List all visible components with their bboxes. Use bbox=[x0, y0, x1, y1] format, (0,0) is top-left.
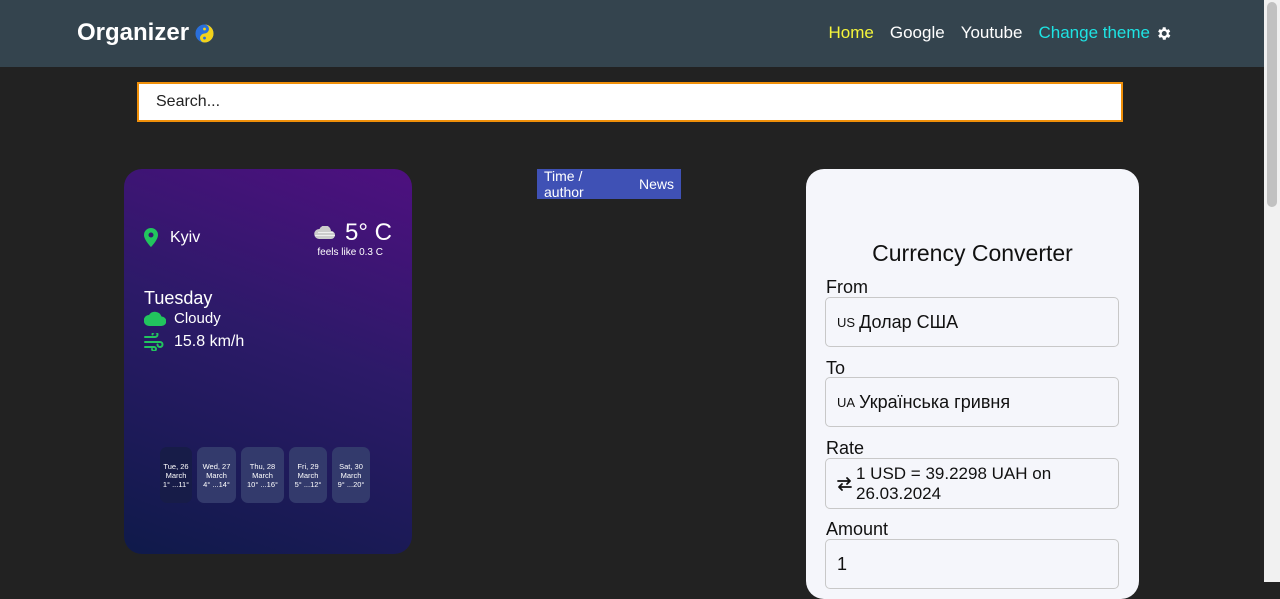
forecast-row: Tue, 26 March 1° ...11° Wed, 27 March 4°… bbox=[160, 447, 370, 503]
brand-title: Organizer bbox=[77, 19, 190, 46]
currency-converter: Currency Converter From US Долар США To … bbox=[806, 169, 1139, 599]
currency-title: Currency Converter bbox=[872, 240, 1073, 266]
nav-home-link[interactable]: Home bbox=[829, 23, 874, 43]
navbar: Organizer Home Google Youtube Change the… bbox=[0, 0, 1264, 67]
feels-like-text: feels like 0.3 C bbox=[317, 247, 383, 258]
nav-links: Home Google Youtube Change theme bbox=[829, 23, 1173, 43]
weather-day: Tuesday bbox=[144, 288, 213, 308]
amount-value: 1 bbox=[837, 553, 848, 574]
weather-widget: Kyiv 5° C feels like 0.3 C Tuesday Cloud… bbox=[124, 169, 412, 554]
amount-label: Amount bbox=[826, 519, 889, 539]
rate-line-1: 1 USD = 39.2298 UAH on bbox=[856, 463, 1052, 483]
gear-icon bbox=[1158, 26, 1171, 40]
forecast-month: March bbox=[252, 470, 273, 480]
weather-location: Kyiv bbox=[144, 228, 200, 247]
rate-text: 1 USD = 39.2298 UAH on 26.03.2024 bbox=[856, 464, 1051, 504]
forecast-range: 4° ...14° bbox=[203, 479, 230, 489]
forecast-range: 1° ...11° bbox=[162, 479, 190, 489]
temperature-value: 5° C bbox=[345, 219, 392, 246]
from-currency-code: US bbox=[837, 314, 856, 330]
wind-info: 15.8 km/h bbox=[144, 333, 244, 351]
to-currency-select[interactable]: UA Українська гривня bbox=[825, 377, 1119, 427]
to-currency-code: UA bbox=[837, 394, 856, 410]
from-currency-value: Долар США bbox=[859, 311, 959, 332]
tab-news[interactable]: News bbox=[632, 176, 681, 192]
forecast-day: Fri, 29 bbox=[297, 461, 319, 471]
wind-speed: 15.8 km/h bbox=[174, 333, 245, 350]
swap-icon bbox=[837, 476, 852, 491]
rate-box[interactable]: 1 USD = 39.2298 UAH on 26.03.2024 bbox=[825, 458, 1119, 509]
scrollbar-thumb[interactable] bbox=[1267, 2, 1277, 207]
search-input[interactable] bbox=[154, 92, 1121, 112]
forecast-card[interactable]: Thu, 28 March 10° ...16° bbox=[241, 447, 284, 503]
forecast-range: 10° ...16° bbox=[246, 479, 279, 489]
forecast-card[interactable]: Fri, 29 March 5° ...12° bbox=[289, 447, 327, 503]
forecast-month: March bbox=[206, 470, 227, 480]
rate-line-2: 26.03.2024 bbox=[856, 483, 942, 503]
tabs-bar: Time / author News bbox=[537, 168, 681, 200]
tab-time-author[interactable]: Time / author bbox=[537, 168, 632, 200]
forecast-card[interactable]: Wed, 27 March 4° ...14° bbox=[197, 447, 236, 503]
location-pin-icon bbox=[144, 228, 158, 247]
wind-icon bbox=[144, 333, 164, 351]
search-box bbox=[137, 82, 1123, 122]
forecast-card[interactable]: Tue, 26 March 1° ...11° bbox=[160, 447, 192, 503]
scrollbar[interactable] bbox=[1264, 0, 1280, 582]
to-label: To bbox=[826, 358, 846, 378]
weather-condition: Cloudy bbox=[144, 310, 221, 327]
change-theme-label: Change theme bbox=[1038, 23, 1150, 42]
brand[interactable]: Organizer bbox=[77, 19, 214, 47]
forecast-day: Thu, 28 bbox=[249, 461, 276, 471]
city-name: Kyiv bbox=[170, 228, 201, 246]
condition-text: Cloudy bbox=[174, 310, 221, 327]
from-currency-select[interactable]: US Долар США bbox=[825, 297, 1119, 347]
change-theme-button[interactable]: Change theme bbox=[1038, 23, 1172, 43]
forecast-card[interactable]: Sat, 30 March 9° ...20° bbox=[332, 447, 370, 503]
cloud-weather-icon bbox=[314, 226, 336, 239]
to-currency-value: Українська гривня bbox=[859, 391, 1011, 412]
forecast-day: Wed, 27 bbox=[202, 461, 231, 471]
yin-yang-logo-icon bbox=[195, 23, 214, 43]
forecast-range: 9° ...20° bbox=[337, 479, 365, 489]
forecast-day: Tue, 26 bbox=[163, 461, 189, 471]
nav-google-link[interactable]: Google bbox=[890, 23, 945, 43]
rate-label: Rate bbox=[826, 438, 865, 458]
temperature-display: 5° C bbox=[313, 219, 392, 247]
cloud-icon bbox=[144, 311, 166, 326]
forecast-month: March bbox=[297, 470, 319, 480]
forecast-month: March bbox=[165, 470, 187, 480]
forecast-day: Sat, 30 bbox=[339, 461, 363, 471]
nav-youtube-link[interactable]: Youtube bbox=[961, 23, 1023, 43]
forecast-month: March bbox=[340, 470, 362, 480]
from-label: From bbox=[826, 277, 868, 297]
forecast-range: 5° ...12° bbox=[294, 479, 322, 489]
